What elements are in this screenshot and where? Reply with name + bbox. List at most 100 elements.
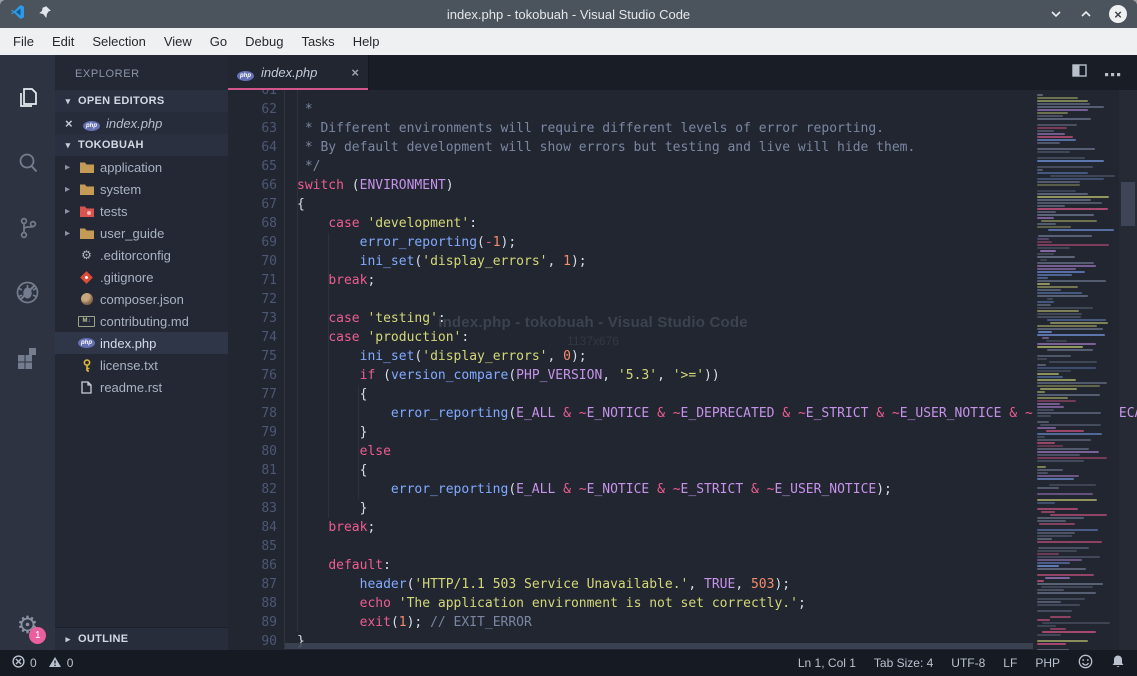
code-line-80[interactable]: 80 else	[228, 442, 1033, 461]
tree-item-index-php[interactable]: php index.php	[55, 332, 228, 354]
statusbar-item-utf-8[interactable]: UTF-8	[951, 656, 985, 670]
code-line-81[interactable]: 81 {	[228, 461, 1033, 480]
line-number: 73	[228, 309, 277, 328]
code-line-77[interactable]: 77 {	[228, 385, 1033, 404]
warnings-icon[interactable]	[48, 656, 62, 671]
tree-item-readme-rst[interactable]: readme.rst	[55, 376, 228, 398]
tree-item-label: index.php	[100, 336, 156, 351]
tree-item-license-txt[interactable]: license.txt	[55, 354, 228, 376]
code-line-88[interactable]: 88 echo 'The application environment is …	[228, 594, 1033, 613]
menu-item-debug[interactable]: Debug	[236, 28, 292, 55]
code-line-84[interactable]: 84 break;	[228, 518, 1033, 537]
tree-item-label: application	[100, 160, 162, 175]
minimize-button[interactable]	[1049, 7, 1063, 21]
line-number: 85	[228, 537, 277, 556]
close-editor-icon[interactable]: ×	[65, 116, 77, 131]
notifications-bell-icon[interactable]	[1111, 654, 1125, 672]
code-line-87[interactable]: 87 header('HTTP/1.1 503 Service Unavaila…	[228, 575, 1033, 594]
close-button[interactable]: ×	[1109, 5, 1127, 23]
code-line-73[interactable]: 73 case 'testing':	[228, 309, 1033, 328]
vertical-scrollbar[interactable]	[1119, 90, 1137, 650]
feedback-smiley-icon[interactable]	[1078, 654, 1093, 672]
open-editors-header[interactable]: ▾ OPEN EDITORS	[55, 90, 228, 112]
markdown-icon: M↓	[78, 316, 95, 327]
code-line-76[interactable]: 76 if (version_compare(PHP_VERSION, '5.3…	[228, 366, 1033, 385]
statusbar-item-tab-size-4[interactable]: Tab Size: 4	[874, 656, 933, 670]
statusbar-item-lf[interactable]: LF	[1003, 656, 1017, 670]
code-line-67[interactable]: 67{	[228, 195, 1033, 214]
extensions-icon[interactable]	[0, 325, 55, 390]
code-line-82[interactable]: 82 error_reporting(E_ALL & ~E_NOTICE & ~…	[228, 480, 1033, 499]
pin-icon[interactable]	[38, 5, 52, 24]
tree-item-user-guide[interactable]: ▸user_guide	[55, 222, 228, 244]
tree-item-contributing-md[interactable]: M↓contributing.md	[55, 310, 228, 332]
maximize-button[interactable]	[1079, 7, 1093, 21]
code-line-64[interactable]: 64 * By default development will show er…	[228, 138, 1033, 157]
tab-index-php[interactable]: php index.php ×	[228, 55, 369, 90]
search-icon[interactable]	[0, 130, 55, 195]
menu-item-file[interactable]: File	[4, 28, 43, 55]
line-number: 82	[228, 480, 277, 499]
minimap[interactable]	[1033, 90, 1119, 650]
code-line-85[interactable]: 85	[228, 537, 1033, 556]
tree-item-tests[interactable]: ▸tests	[55, 200, 228, 222]
settings-gear-icon[interactable]: ⚙ 1	[17, 614, 39, 638]
statusbar-item-php[interactable]: PHP	[1035, 656, 1060, 670]
horizontal-scrollbar-thumb[interactable]	[285, 643, 1033, 649]
line-number: 87	[228, 575, 277, 594]
code-line-68[interactable]: 68 case 'development':	[228, 214, 1033, 233]
code-line-89[interactable]: 89 exit(1); // EXIT_ERROR	[228, 613, 1033, 632]
code-line-66[interactable]: 66switch (ENVIRONMENT)	[228, 176, 1033, 195]
code-line-72[interactable]: 72	[228, 290, 1033, 309]
line-number: 76	[228, 366, 277, 385]
line-number: 67	[228, 195, 277, 214]
code-line-65[interactable]: 65 */	[228, 157, 1033, 176]
source-control-icon[interactable]	[0, 195, 55, 260]
line-number: 75	[228, 347, 277, 366]
code-line-63[interactable]: 63 * Different environments will require…	[228, 119, 1033, 138]
debug-icon[interactable]	[0, 260, 55, 325]
errors-icon[interactable]	[12, 655, 25, 671]
menu-item-help[interactable]: Help	[344, 28, 389, 55]
tree-item-label: system	[100, 182, 141, 197]
tab-bar: php index.php ×	[228, 55, 1137, 90]
code-line-71[interactable]: 71 break;	[228, 271, 1033, 290]
code-line-62[interactable]: 62 *	[228, 100, 1033, 119]
more-actions-icon[interactable]	[1105, 64, 1121, 82]
status-bar: 0 0 Ln 1, Col 1 Tab Size: 4 UTF-8 LF PHP	[0, 650, 1137, 676]
tree-item-system[interactable]: ▸system	[55, 178, 228, 200]
php-icon: php	[78, 338, 95, 348]
code-editor[interactable]: 61 *62 *63 * Different environments will…	[228, 90, 1137, 650]
code-line-86[interactable]: 86 default:	[228, 556, 1033, 575]
menu-item-go[interactable]: Go	[201, 28, 236, 55]
tree-item--gitignore[interactable]: .gitignore	[55, 266, 228, 288]
line-number: 63	[228, 119, 277, 138]
menu-item-selection[interactable]: Selection	[83, 28, 154, 55]
file-icon	[78, 381, 95, 394]
tree-item-composer-json[interactable]: composer.json	[55, 288, 228, 310]
statusbar-item-ln-1-col-1[interactable]: Ln 1, Col 1	[798, 656, 856, 670]
tree-item--editorconfig[interactable]: ⚙.editorconfig	[55, 244, 228, 266]
code-line-83[interactable]: 83 }	[228, 499, 1033, 518]
code-line-70[interactable]: 70 ini_set('display_errors', 1);	[228, 252, 1033, 271]
chevron-collapsed-icon: ▸	[62, 228, 73, 239]
vertical-scrollbar-thumb[interactable]	[1121, 182, 1135, 226]
code-line-74[interactable]: 74 case 'production':	[228, 328, 1033, 347]
code-line-78[interactable]: 78 error_reporting(E_ALL & ~E_NOTICE & ~…	[228, 404, 1033, 423]
code-line-61[interactable]: 61 *	[228, 90, 1033, 100]
explorer-icon[interactable]	[0, 65, 55, 130]
tab-close-icon[interactable]: ×	[351, 65, 359, 80]
open-editor-item[interactable]: ×phpindex.php	[55, 112, 228, 134]
tree-item-label: .gitignore	[100, 270, 153, 285]
menu-item-edit[interactable]: Edit	[43, 28, 83, 55]
menu-item-tasks[interactable]: Tasks	[292, 28, 343, 55]
project-header[interactable]: ▾ TOKOBUAH	[55, 134, 228, 156]
code-line-75[interactable]: 75 ini_set('display_errors', 0);	[228, 347, 1033, 366]
code-line-69[interactable]: 69 error_reporting(-1);	[228, 233, 1033, 252]
errors-count[interactable]: 0	[30, 656, 37, 670]
menu-item-view[interactable]: View	[155, 28, 201, 55]
code-line-79[interactable]: 79 }	[228, 423, 1033, 442]
split-editor-icon[interactable]	[1072, 64, 1087, 82]
warnings-count[interactable]: 0	[67, 656, 74, 670]
tree-item-application[interactable]: ▸application	[55, 156, 228, 178]
